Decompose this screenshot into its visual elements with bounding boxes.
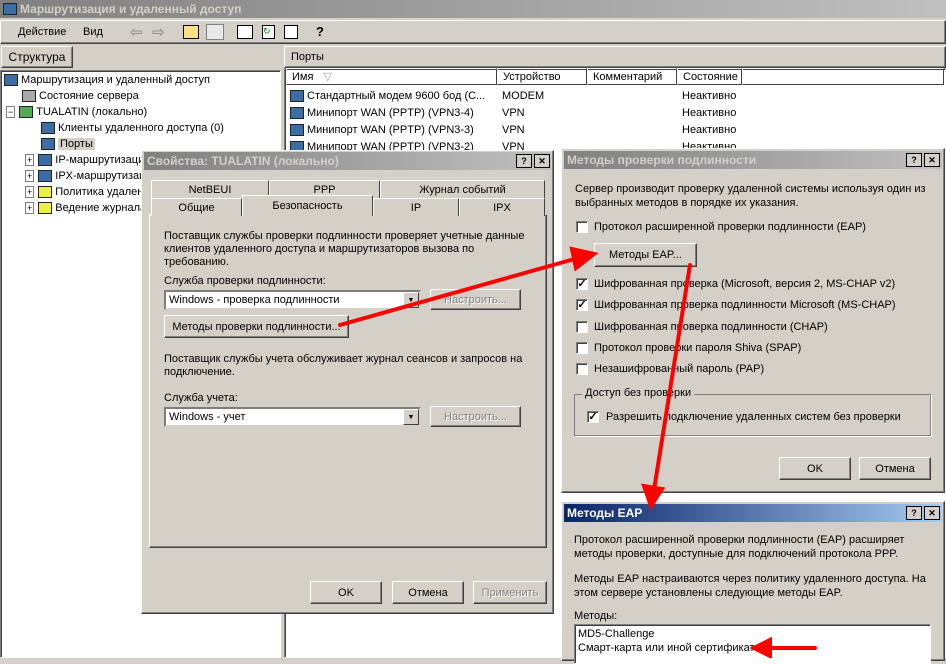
arrowhead xyxy=(640,483,666,511)
tab-security[interactable]: Безопасность xyxy=(242,195,373,216)
arrowhead xyxy=(749,636,772,658)
arrow-to-eap-button xyxy=(338,256,580,327)
arrow-to-eap-dialog xyxy=(652,263,692,492)
annotation-arrows xyxy=(338,246,817,658)
arrowhead xyxy=(569,246,599,272)
